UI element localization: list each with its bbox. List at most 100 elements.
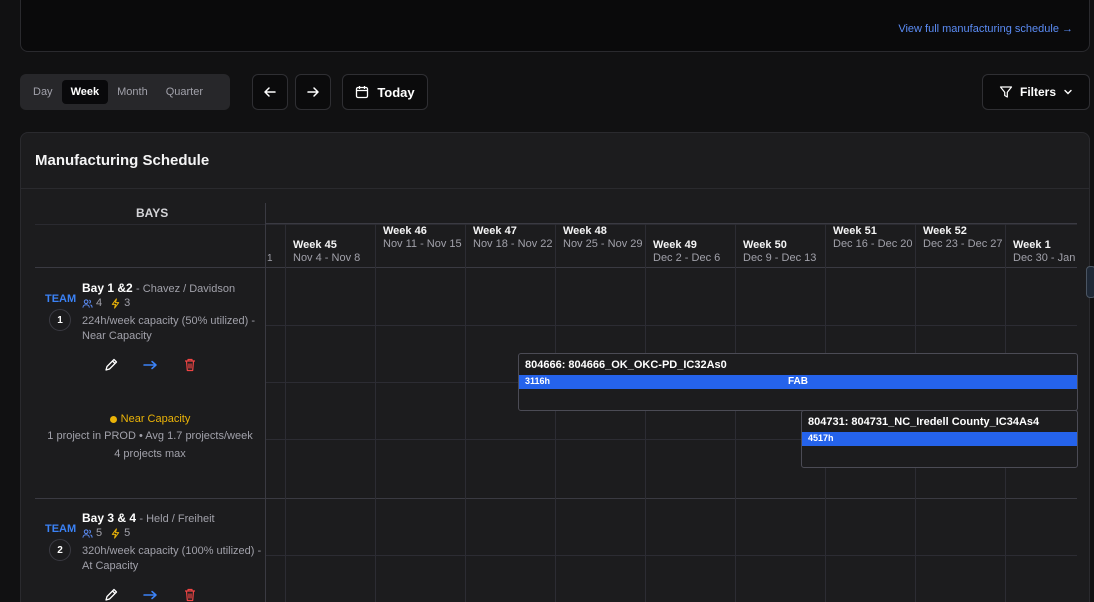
week-range: Dec 16 - Dec 20 — [833, 238, 913, 250]
trash-icon[interactable] — [182, 587, 198, 602]
manufacturing-schedule-card: Manufacturing Schedule BAYS 1 Week 45 No… — [20, 132, 1090, 602]
arrow-left-icon — [264, 87, 276, 97]
week-range: Nov 11 - Nov 15 — [383, 238, 462, 250]
users-icon — [82, 528, 93, 538]
week-name: Week 51 — [833, 225, 877, 237]
bay-lead: - Chavez / Davidson — [136, 283, 236, 295]
project-title: 804666: 804666_OK_OKC-PD_IC32As0 — [525, 359, 727, 371]
bays-header: BAYS — [136, 206, 169, 220]
view-day[interactable]: Day — [24, 80, 62, 104]
bay-name: Bay 3 & 4 - Held / Freiheit — [82, 511, 215, 525]
week-range: Dec 30 - Jan — [1013, 252, 1076, 264]
project-phase-bar: 3116h FAB — [519, 375, 1077, 389]
grid-line — [465, 224, 466, 602]
week-header[interactable]: Week 46 Nov 11 - Nov 15 — [375, 225, 465, 267]
view-full-schedule-link[interactable]: View full manufacturing schedule → — [898, 23, 1073, 35]
week-name: Week 47 — [473, 225, 517, 237]
members-count: 5 — [96, 527, 103, 539]
grid-line — [265, 555, 1077, 556]
bay-stats: 4 3 — [82, 297, 130, 309]
week-name: Week 48 — [563, 225, 607, 237]
grid-line — [35, 267, 1077, 268]
previous-button[interactable] — [252, 74, 288, 110]
week-range: Dec 23 - Dec 27 — [923, 238, 1003, 250]
members-count: 4 — [96, 297, 103, 309]
week-header[interactable]: Week 52 Dec 23 - Dec 27 — [915, 225, 1005, 267]
week-header[interactable]: Week 1 Dec 30 - Jan — [1005, 239, 1077, 281]
arrow-right-icon[interactable] — [142, 357, 158, 373]
lightning-icon — [111, 527, 120, 539]
bay-title: Bay 1 &2 — [82, 281, 133, 295]
next-button[interactable] — [295, 74, 331, 110]
bay-stats: 5 5 — [82, 527, 130, 539]
chevron-down-icon — [1064, 89, 1072, 95]
bay-row: TEAM 1 Bay 1 &2 - Chavez / Davidson 4 3 … — [35, 281, 265, 491]
today-button[interactable]: Today — [342, 74, 428, 110]
week-range: Nov 4 - Nov 8 — [293, 252, 361, 264]
bay-capacity: 320h/week capacity (100% utilized) - At … — [82, 545, 262, 572]
status-dot — [109, 415, 117, 423]
week-name: Week 1 — [1013, 239, 1051, 251]
status-badge: Near Capacity — [109, 413, 191, 425]
view-month[interactable]: Month — [108, 80, 157, 104]
project-block[interactable]: 804666: 804666_OK_OKC-PD_IC32As0 3116h F… — [518, 353, 1078, 411]
lightning-icon — [111, 297, 120, 309]
week-name: Week 52 — [923, 225, 967, 237]
bay-title: Bay 3 & 4 — [82, 511, 137, 525]
week-name: Week 45 — [293, 239, 337, 251]
status-detail: 1 project in PROD • Avg 1.7 projects/wee… — [47, 430, 253, 442]
view-week[interactable]: Week — [61, 80, 109, 104]
arrow-right-icon — [307, 87, 319, 97]
week-header[interactable]: Week 48 Nov 25 - Nov 29 — [555, 225, 645, 267]
filters-label: Filters — [1019, 85, 1056, 99]
week-header[interactable]: Week 45 Nov 4 - Nov 8 — [285, 239, 375, 281]
week-range: Nov 25 - Nov 29 — [563, 238, 643, 250]
status-max: 4 projects max — [114, 448, 186, 460]
project-block[interactable]: 804731: 804731_NC_Iredell County_IC34As4… — [801, 410, 1078, 468]
team-label: TEAM — [45, 293, 77, 305]
grid-line — [375, 224, 376, 602]
trash-icon[interactable] — [182, 357, 198, 373]
arrow-right-icon[interactable] — [142, 587, 158, 602]
bay-capacity: 224h/week capacity (50% utilized) - Near… — [82, 315, 256, 342]
grid-line — [265, 325, 1077, 326]
edit-icon[interactable] — [103, 357, 119, 373]
view-toggle: Day Week Month Quarter — [20, 74, 230, 110]
power-stat: 5 — [110, 527, 130, 539]
week-range: Dec 9 - Dec 13 — [743, 252, 817, 264]
grid-line — [35, 498, 1077, 499]
today-label: Today — [377, 84, 415, 100]
users-icon — [82, 298, 93, 308]
calendar-icon — [356, 86, 369, 99]
members-stat: 5 — [82, 527, 102, 539]
horizontal-scroll-handle[interactable] — [1086, 266, 1094, 298]
team-number: 2 — [49, 539, 71, 561]
project-phase-bar: 4517h — [802, 432, 1077, 446]
team-number: 1 — [49, 309, 71, 331]
view-quarter[interactable]: Quarter — [157, 80, 212, 104]
power-stat: 3 — [110, 297, 130, 309]
grid-line — [265, 223, 1077, 224]
week-name: Week 46 — [383, 225, 427, 237]
status-text: Near Capacity — [120, 413, 191, 425]
divider — [21, 188, 1089, 189]
page-title: Manufacturing Schedule — [35, 152, 210, 169]
week-header[interactable]: Week 47 Nov 18 - Nov 22 — [465, 225, 555, 267]
grid-line — [555, 224, 556, 602]
bays-column-divider — [265, 203, 266, 602]
bay-lead: - Held / Freiheit — [139, 513, 215, 525]
week-header[interactable]: Week 49 Dec 2 - Dec 6 — [645, 239, 735, 281]
capacity-status: Near Capacity — [35, 411, 265, 428]
week-header[interactable]: Week 51 Dec 16 - Dec 20 — [825, 225, 915, 267]
filter-icon — [999, 86, 1013, 98]
edit-icon[interactable] — [103, 587, 119, 602]
week-name: Week 50 — [743, 239, 787, 251]
week-header[interactable]: Week 50 Dec 9 - Dec 13 — [735, 239, 825, 281]
week-name: Week 49 — [653, 239, 697, 251]
partial-week-label: 1 — [267, 253, 273, 264]
team-label: TEAM — [45, 523, 77, 535]
filters-button[interactable]: Filters — [982, 74, 1090, 110]
project-title: 804731: 804731_NC_Iredell County_IC34As4 — [808, 416, 1040, 428]
bay-row: TEAM 2 Bay 3 & 4 - Held / Freiheit 5 5 3… — [35, 511, 265, 602]
bay-name: Bay 1 &2 - Chavez / Davidson — [82, 281, 235, 295]
